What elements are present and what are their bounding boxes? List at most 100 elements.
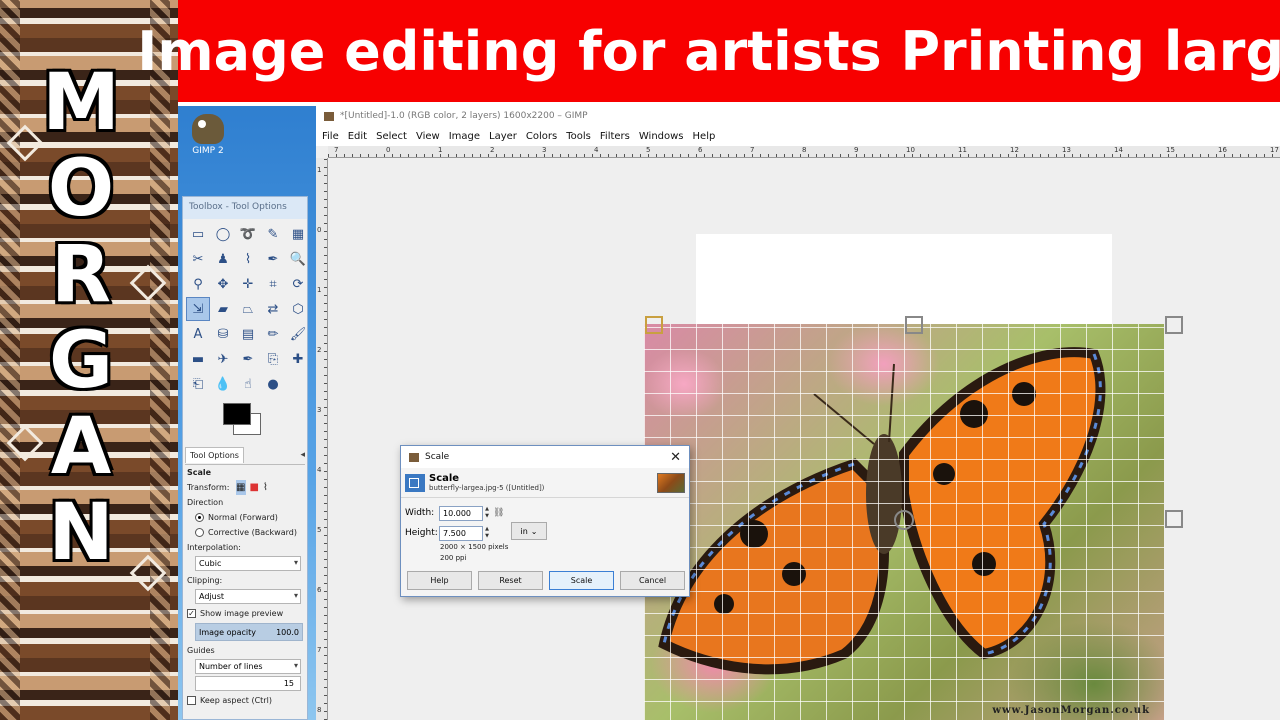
direction-corrective-option[interactable]: Corrective (Backward) bbox=[183, 525, 307, 540]
perspective-icon[interactable]: ⏢ bbox=[237, 298, 259, 320]
ruler-tick-label: 11 bbox=[958, 146, 967, 154]
foreground-color-swatch[interactable] bbox=[223, 403, 251, 425]
ruler-horizontal[interactable]: 70123456789101112131415161718 bbox=[328, 146, 1280, 158]
radio-unselected-icon[interactable] bbox=[195, 528, 204, 537]
clipping-select[interactable]: Adjust ▾ bbox=[195, 589, 301, 604]
smudge-icon[interactable]: ☝ bbox=[237, 373, 259, 395]
shear-icon[interactable]: ▰ bbox=[212, 298, 234, 320]
rotate-icon[interactable]: ⟳ bbox=[287, 273, 309, 295]
keep-aspect-row[interactable]: Keep aspect (Ctrl) bbox=[183, 693, 307, 708]
units-value: in bbox=[520, 526, 528, 536]
interpolation-select[interactable]: Cubic ▾ bbox=[195, 556, 301, 571]
ruler-vertical[interactable]: 1 0 1 2 3 4 5 6 7 8 bbox=[316, 158, 328, 720]
color-picker-icon[interactable]: ✒ bbox=[262, 248, 284, 270]
reset-button[interactable]: Reset bbox=[478, 571, 543, 590]
morgan-letter: G bbox=[47, 316, 115, 406]
menu-select[interactable]: Select bbox=[376, 129, 407, 144]
height-input[interactable]: 7.500 bbox=[439, 525, 483, 541]
menu-file[interactable]: File bbox=[322, 129, 339, 144]
blur-icon[interactable]: 💧 bbox=[212, 373, 234, 395]
image-opacity-slider[interactable]: Image opacity 100.0 bbox=[195, 623, 303, 641]
transform-handle-top[interactable] bbox=[905, 316, 923, 334]
transform-layer-icon[interactable]: ▦ bbox=[236, 480, 246, 495]
bucket-fill-icon[interactable]: ⛁ bbox=[212, 323, 234, 345]
transform-center-handle[interactable] bbox=[894, 510, 914, 530]
ellipse-select-icon[interactable]: ◯ bbox=[212, 223, 234, 245]
morgan-letter: R bbox=[49, 230, 113, 320]
image-opacity-label: Image opacity bbox=[199, 627, 256, 637]
checkbox-checked-icon[interactable]: ✓ bbox=[187, 609, 196, 618]
width-label: Width: bbox=[405, 508, 435, 518]
align-icon[interactable]: ✛ bbox=[237, 273, 259, 295]
tab-menu-icon[interactable]: ◂ bbox=[300, 450, 305, 460]
foreground-select-icon[interactable]: ♟ bbox=[212, 248, 234, 270]
checkbox-unchecked-icon[interactable] bbox=[187, 696, 196, 705]
transform-path-icon[interactable]: ⌇ bbox=[263, 480, 268, 495]
width-spinner[interactable]: ▲ ▼ bbox=[483, 506, 491, 521]
transform-handle-top-right[interactable] bbox=[1165, 316, 1183, 334]
crop-icon[interactable]: ⌗ bbox=[262, 273, 284, 295]
units-select[interactable]: in ⌄ bbox=[511, 522, 547, 540]
radio-selected-icon[interactable] bbox=[195, 513, 204, 522]
guides-count-spinner[interactable]: 15 bbox=[195, 676, 301, 691]
cage-icon[interactable]: ⬡ bbox=[287, 298, 309, 320]
zoom-icon[interactable]: 🔍 bbox=[287, 248, 309, 270]
scale-dialog-titlebar[interactable]: Scale ✕ bbox=[401, 446, 689, 468]
perspective-clone-icon[interactable]: ⎗ bbox=[187, 373, 209, 395]
text-icon[interactable]: A bbox=[187, 323, 209, 345]
width-input[interactable]: 10.000 bbox=[439, 505, 483, 521]
menu-view[interactable]: View bbox=[416, 129, 440, 144]
ink-icon[interactable]: ✒ bbox=[237, 348, 259, 370]
dodge-burn-icon[interactable]: ● bbox=[262, 373, 284, 395]
canvas-area[interactable]: www.JasonMorgan.co.uk bbox=[328, 158, 1280, 720]
height-spinner[interactable]: ▲ ▼ bbox=[483, 526, 491, 541]
scissors-icon[interactable]: ✂ bbox=[187, 248, 209, 270]
chevron-down-icon: ▾ bbox=[293, 661, 298, 670]
ruler-tick-label: 0 bbox=[317, 226, 322, 234]
scale-dialog-header: Scale butterfly-largea.jpg-5 ([Untitled]… bbox=[401, 468, 689, 498]
morgan-letter: O bbox=[46, 144, 116, 234]
ruler-tick-label: 16 bbox=[1218, 146, 1227, 154]
close-icon[interactable]: ✕ bbox=[670, 450, 681, 465]
menu-windows[interactable]: Windows bbox=[639, 129, 684, 144]
rect-select-icon[interactable]: ▭ bbox=[187, 223, 209, 245]
transform-selection-icon[interactable]: ■ bbox=[250, 480, 259, 495]
menu-layer[interactable]: Layer bbox=[489, 129, 517, 144]
menu-filters[interactable]: Filters bbox=[600, 129, 630, 144]
clone-icon[interactable]: ⎘ bbox=[262, 348, 284, 370]
transform-handle-top-left[interactable] bbox=[645, 316, 663, 334]
menu-tools[interactable]: Tools bbox=[566, 129, 591, 144]
move-icon[interactable]: ✥ bbox=[212, 273, 234, 295]
measure-icon[interactable]: ⚲ bbox=[187, 273, 209, 295]
heal-icon[interactable]: ✚ bbox=[287, 348, 309, 370]
eraser-icon[interactable]: ▬ bbox=[187, 348, 209, 370]
guides-select[interactable]: Number of lines ▾ bbox=[195, 659, 301, 674]
guides-label: Guides bbox=[187, 646, 215, 655]
pattern-stripe bbox=[150, 0, 170, 720]
ruler-tick-label: 5 bbox=[646, 146, 651, 154]
select-by-color-icon[interactable]: ▦ bbox=[287, 223, 309, 245]
tab-tool-options[interactable]: Tool Options bbox=[185, 446, 244, 463]
menu-help[interactable]: Help bbox=[693, 129, 716, 144]
chain-link-icon[interactable]: ⛓ bbox=[493, 508, 504, 518]
help-button[interactable]: Help bbox=[407, 571, 472, 590]
scale-icon[interactable]: ⇲ bbox=[186, 297, 210, 321]
desktop-shortcut-gimp[interactable]: GIMP 2 bbox=[186, 114, 230, 156]
menu-edit[interactable]: Edit bbox=[348, 129, 367, 144]
menu-image[interactable]: Image bbox=[449, 129, 480, 144]
free-select-icon[interactable]: ➰ bbox=[237, 223, 259, 245]
show-preview-row[interactable]: ✓ Show image preview bbox=[183, 606, 307, 621]
cancel-button[interactable]: Cancel bbox=[620, 571, 685, 590]
paths-icon[interactable]: ⌇ bbox=[237, 248, 259, 270]
pencil-icon[interactable]: ✏ bbox=[262, 323, 284, 345]
flip-icon[interactable]: ⇄ bbox=[262, 298, 284, 320]
menu-colors[interactable]: Colors bbox=[526, 129, 557, 144]
ruler-tick-label: 2 bbox=[317, 346, 322, 354]
transform-handle-right[interactable] bbox=[1165, 510, 1183, 528]
fuzzy-select-icon[interactable]: ✎ bbox=[262, 223, 284, 245]
scale-button[interactable]: Scale bbox=[549, 571, 614, 590]
airbrush-icon[interactable]: ✈ bbox=[212, 348, 234, 370]
blend-icon[interactable]: ▤ bbox=[237, 323, 259, 345]
paintbrush-icon[interactable]: 🖌 bbox=[287, 323, 309, 345]
direction-normal-option[interactable]: Normal (Forward) bbox=[183, 510, 307, 525]
